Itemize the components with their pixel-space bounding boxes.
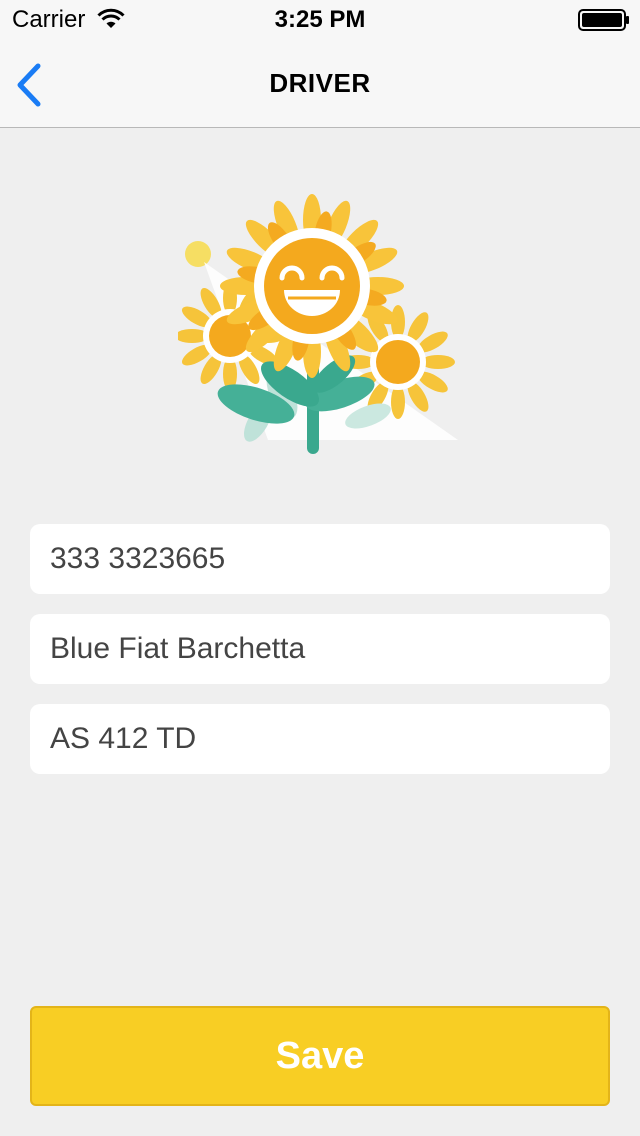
phone-number-field[interactable] [30,524,610,594]
car-model-field[interactable] [30,614,610,684]
license-plate-field[interactable] [30,704,610,774]
smiling-sunflower-icon [178,194,458,454]
navigation-bar: DRIVER [0,40,640,128]
clock-label: 3:25 PM [274,6,366,33]
save-button[interactable]: Save [30,1006,610,1106]
battery-icon [578,9,629,31]
page-title: DRIVER [269,68,371,98]
status-bar: Carrier 3:25 PM [0,0,640,40]
